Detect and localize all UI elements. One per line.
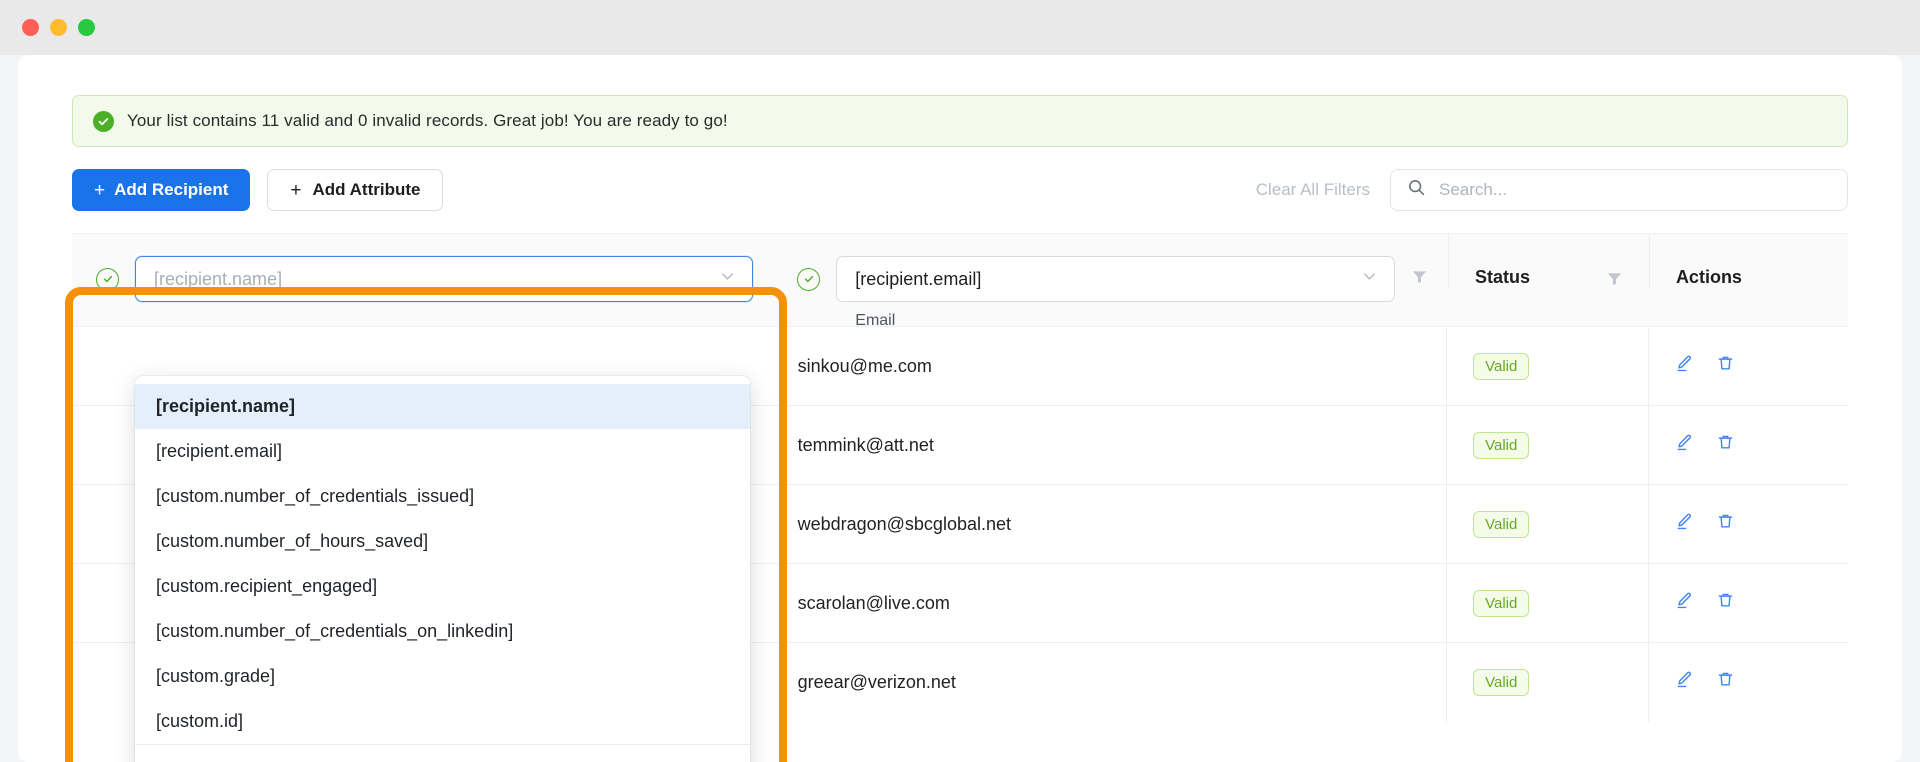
trash-icon[interactable]	[1716, 670, 1735, 694]
actions-header-label: Actions	[1675, 267, 1742, 287]
skip-this-column-button[interactable]: Skip this column	[135, 744, 750, 762]
name-column-select[interactable]: [recipient.name]	[135, 256, 754, 302]
cell-email: webdragon@sbcglobal.net	[797, 513, 1011, 534]
status-badge: Valid	[1473, 589, 1530, 617]
edit-pencil-icon[interactable]	[1675, 591, 1694, 615]
dropdown-option[interactable]: [recipient.name]	[135, 384, 750, 429]
column-header-name: [recipient.name]	[72, 234, 773, 312]
search-box[interactable]	[1390, 169, 1848, 211]
filter-icon[interactable]	[1606, 270, 1623, 292]
add-attribute-label: Add Attribute	[312, 180, 421, 199]
cell-actions	[1648, 405, 1848, 485]
add-recipient-button[interactable]: + Add Recipient	[72, 169, 251, 211]
edit-pencil-icon[interactable]	[1675, 433, 1694, 457]
column-header-email: [recipient.email] Email	[773, 234, 1448, 330]
check-circle-icon	[93, 110, 114, 132]
cell-actions	[1648, 484, 1848, 564]
filter-icon[interactable]	[1411, 268, 1428, 290]
email-column-mapper: [recipient.email]	[773, 234, 1448, 302]
toolbar-right-group: Clear All Filters	[1256, 169, 1848, 211]
cell-status: Valid	[1446, 484, 1648, 564]
email-column-select[interactable]: [recipient.email]	[836, 256, 1395, 302]
cell-status: Valid	[1446, 326, 1648, 406]
maximize-window-button[interactable]	[78, 19, 95, 36]
status-badge: Valid	[1473, 668, 1530, 696]
column-header-status: Status	[1447, 234, 1649, 288]
minimize-window-button[interactable]	[50, 19, 67, 36]
dropdown-option[interactable]: [custom.id]	[135, 699, 750, 744]
cell-actions	[1648, 642, 1848, 722]
app-body: Your list contains 11 valid and 0 invali…	[0, 55, 1920, 762]
cell-email: sinkou@me.com	[797, 355, 932, 376]
cell-status: Valid	[1446, 642, 1648, 722]
chevron-down-icon	[719, 268, 736, 290]
trash-icon[interactable]	[1716, 354, 1735, 378]
plus-icon: +	[290, 179, 302, 201]
dropdown-option[interactable]: [custom.number_of_credentials_on_linkedi…	[135, 609, 750, 654]
dropdown-option[interactable]: [custom.number_of_hours_saved]	[135, 519, 750, 564]
cell-email: temmink@att.net	[797, 434, 934, 455]
status-badge: Valid	[1473, 431, 1530, 459]
edit-pencil-icon[interactable]	[1675, 512, 1694, 536]
table-header-row: [recipient.name] [recipient.email] Email…	[72, 234, 1848, 329]
dropdown-option[interactable]: [custom.recipient_engaged]	[135, 564, 750, 609]
close-window-button[interactable]	[22, 19, 39, 36]
validation-banner-text: Your list contains 11 valid and 0 invali…	[127, 111, 728, 130]
cell-actions	[1648, 326, 1848, 406]
toolbar: + Add Recipient + Add Attribute Clear Al…	[72, 169, 1848, 211]
status-badge: Valid	[1473, 510, 1530, 538]
cell-email: scarolan@live.com	[797, 592, 950, 613]
cell-actions	[1648, 563, 1848, 643]
trash-icon[interactable]	[1716, 512, 1735, 536]
clear-all-filters-button[interactable]: Clear All Filters	[1256, 180, 1370, 200]
cell-email: greear@verizon.net	[797, 671, 956, 692]
chevron-down-icon	[1361, 268, 1378, 290]
email-column-select-value: [recipient.email]	[855, 268, 982, 289]
validation-banner: Your list contains 11 valid and 0 invali…	[72, 95, 1848, 147]
trash-icon[interactable]	[1716, 591, 1735, 615]
check-circle-outline-icon	[96, 267, 119, 291]
check-circle-outline-icon	[797, 267, 821, 291]
search-input[interactable]	[1439, 180, 1831, 200]
email-column-sub-label: Email	[855, 312, 896, 329]
main-card: Your list contains 11 valid and 0 invali…	[18, 55, 1902, 762]
name-column-mapper: [recipient.name]	[72, 234, 773, 302]
cell-status: Valid	[1446, 563, 1648, 643]
edit-pencil-icon[interactable]	[1675, 670, 1694, 694]
search-icon	[1407, 178, 1426, 202]
window-title-bar	[0, 0, 1920, 55]
status-badge: Valid	[1473, 352, 1530, 380]
column-mapping-dropdown[interactable]: [recipient.name] [recipient.email] [cust…	[135, 376, 750, 762]
dropdown-option[interactable]: [custom.number_of_credentials_issued]	[135, 474, 750, 519]
add-attribute-button[interactable]: + Add Attribute	[267, 169, 444, 211]
cell-status: Valid	[1446, 405, 1648, 485]
dropdown-option[interactable]: [recipient.email]	[135, 429, 750, 474]
plus-icon: +	[94, 179, 106, 201]
trash-icon[interactable]	[1716, 433, 1735, 457]
add-recipient-label: Add Recipient	[114, 180, 229, 199]
column-header-actions: Actions	[1648, 234, 1848, 288]
edit-pencil-icon[interactable]	[1675, 354, 1694, 378]
name-column-select-value: [recipient.name]	[154, 268, 283, 289]
dropdown-option[interactable]: [custom.grade]	[135, 654, 750, 699]
